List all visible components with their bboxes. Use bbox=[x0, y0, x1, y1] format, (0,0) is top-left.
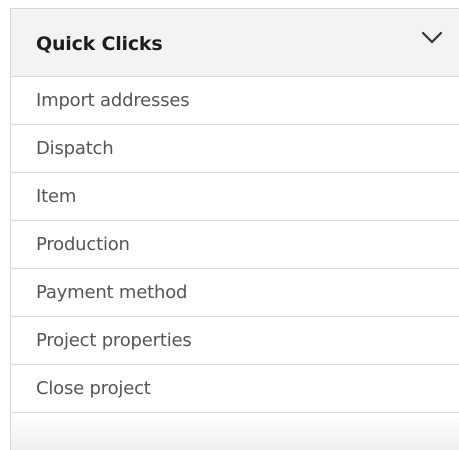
quick-clicks-panel: Quick Clicks Import addresses Dispatch I… bbox=[10, 8, 459, 450]
quick-click-project-properties[interactable]: Project properties bbox=[11, 317, 459, 365]
chevron-down-icon[interactable] bbox=[421, 31, 443, 45]
panel-footer bbox=[11, 413, 459, 450]
quick-click-dispatch[interactable]: Dispatch bbox=[11, 125, 459, 173]
quick-click-payment-method[interactable]: Payment method bbox=[11, 269, 459, 317]
quick-click-item[interactable]: Item bbox=[11, 173, 459, 221]
quick-click-import-addresses[interactable]: Import addresses bbox=[11, 77, 459, 125]
quick-clicks-title: Quick Clicks bbox=[36, 33, 163, 55]
quick-click-close-project[interactable]: Close project bbox=[11, 365, 459, 413]
quick-clicks-list: Import addresses Dispatch Item Productio… bbox=[11, 77, 459, 413]
quick-clicks-header[interactable]: Quick Clicks bbox=[11, 9, 459, 77]
quick-click-production[interactable]: Production bbox=[11, 221, 459, 269]
